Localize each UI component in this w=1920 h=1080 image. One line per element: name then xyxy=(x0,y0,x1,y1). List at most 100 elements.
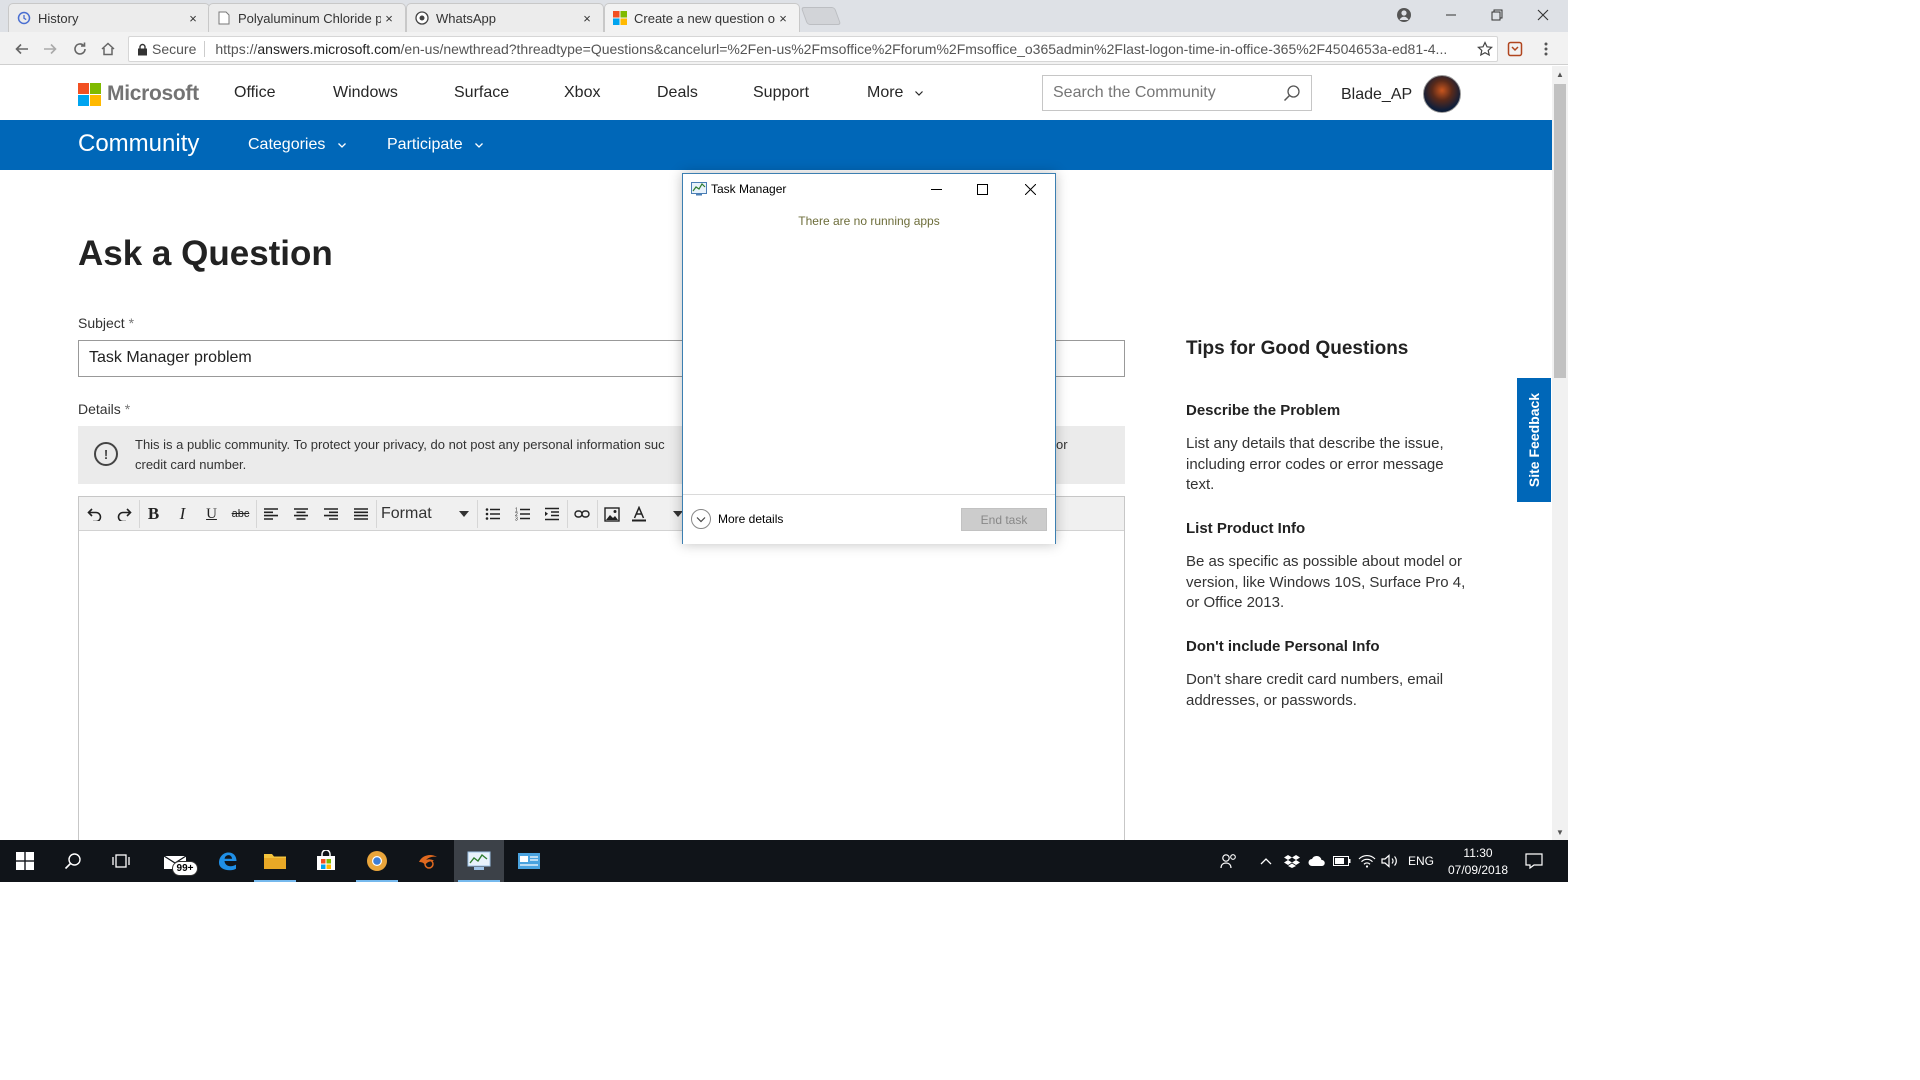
bulleted-list-icon[interactable] xyxy=(479,501,506,527)
close-window-icon[interactable] xyxy=(1520,0,1566,30)
redo-icon[interactable] xyxy=(110,501,137,527)
nav-xbox[interactable]: Xbox xyxy=(564,84,600,102)
clock[interactable]: 11:30 07/09/2018 xyxy=(1440,845,1516,879)
tab-polyaluminum[interactable]: Polyaluminum Chloride p × xyxy=(208,3,406,32)
close-tab-icon[interactable]: × xyxy=(775,11,791,26)
site-feedback-button[interactable]: Site Feedback xyxy=(1517,378,1551,502)
nav-windows[interactable]: Windows xyxy=(333,84,398,102)
new-tab-button[interactable] xyxy=(800,7,842,25)
page-scrollbar[interactable]: ▲ ▼ xyxy=(1552,66,1568,840)
italic-icon[interactable]: I xyxy=(169,501,196,527)
align-left-icon[interactable] xyxy=(257,501,284,527)
bookmark-star-icon[interactable] xyxy=(1473,37,1497,61)
nav-more[interactable]: More xyxy=(867,84,924,102)
mail-badge: 99+ xyxy=(172,861,198,876)
lock-icon xyxy=(137,43,148,56)
task-manager-titlebar[interactable]: Task Manager xyxy=(683,174,1055,204)
numbered-list-icon[interactable]: 123 xyxy=(509,501,536,527)
close-tab-icon[interactable]: × xyxy=(185,11,201,26)
start-windows-icon[interactable] xyxy=(0,840,50,882)
tab-create-question[interactable]: Create a new question or × xyxy=(604,3,800,32)
address-bar[interactable]: Secure https://answers.microsoft.com/en-… xyxy=(128,36,1498,62)
close-tab-icon[interactable]: × xyxy=(381,11,397,26)
volume-icon[interactable] xyxy=(1381,840,1399,882)
url-host: answers.microsoft.com xyxy=(257,41,401,57)
file-explorer-icon[interactable] xyxy=(250,840,300,882)
people-icon[interactable] xyxy=(1220,840,1238,882)
minimize-icon[interactable] xyxy=(913,174,959,204)
image-icon[interactable] xyxy=(598,501,625,527)
reload-icon[interactable] xyxy=(68,37,92,61)
indent-icon[interactable] xyxy=(538,501,565,527)
control-panel-icon[interactable] xyxy=(504,840,554,882)
scroll-down-arrow-icon[interactable]: ▼ xyxy=(1552,824,1568,840)
undo-icon[interactable] xyxy=(81,501,108,527)
close-tab-icon[interactable]: × xyxy=(579,11,595,26)
details-editor[interactable]: B I U abc Format 1 2 3 xyxy=(78,496,1125,840)
back-arrow-icon[interactable] xyxy=(10,37,34,61)
window-title: Task Manager xyxy=(711,182,787,196)
maximize-icon[interactable] xyxy=(959,174,1005,204)
microsoft-logo[interactable]: Microsoft xyxy=(78,82,199,106)
action-center-icon[interactable] xyxy=(1525,840,1543,882)
task-manager-footer: More details End task xyxy=(683,494,1055,544)
tab-history[interactable]: History × xyxy=(8,3,210,32)
input-language-indicator[interactable]: ENG xyxy=(1408,840,1434,882)
minimize-icon[interactable] xyxy=(1428,0,1474,30)
avatar[interactable] xyxy=(1423,75,1461,113)
align-right-icon[interactable] xyxy=(317,501,344,527)
home-icon[interactable] xyxy=(96,37,120,61)
whatsapp-icon xyxy=(415,11,429,25)
dropbox-icon[interactable] xyxy=(1284,840,1300,882)
tab-title: Create a new question or xyxy=(634,10,775,26)
nav-deals[interactable]: Deals xyxy=(657,84,698,102)
close-icon[interactable] xyxy=(1007,174,1053,204)
menu-dots-icon[interactable] xyxy=(1534,37,1558,61)
task-manager-taskbar-icon[interactable] xyxy=(454,840,504,882)
participate-menu[interactable]: Participate xyxy=(387,136,484,154)
format-select[interactable]: Format xyxy=(377,501,469,527)
categories-menu[interactable]: Categories xyxy=(248,136,347,154)
edge-browser-icon[interactable] xyxy=(202,840,252,882)
onedrive-icon[interactable] xyxy=(1308,840,1326,882)
browser-tab-bar: History × Polyaluminum Chloride p × What… xyxy=(0,0,1568,32)
scroll-up-arrow-icon[interactable]: ▲ xyxy=(1552,66,1568,82)
clock-date: 07/09/2018 xyxy=(1447,863,1509,877)
extension-icon[interactable] xyxy=(1503,37,1527,61)
nav-office[interactable]: Office xyxy=(234,84,276,102)
profile-icon[interactable] xyxy=(1381,0,1427,30)
forward-arrow-icon[interactable] xyxy=(38,37,62,61)
task-view-icon[interactable] xyxy=(97,840,147,882)
chevron-down-icon xyxy=(914,91,923,96)
community-title[interactable]: Community xyxy=(78,130,199,158)
battery-icon[interactable] xyxy=(1333,840,1351,882)
search-icon[interactable] xyxy=(1283,84,1301,107)
wifi-icon[interactable] xyxy=(1358,840,1376,882)
font-color-icon[interactable] xyxy=(625,501,652,527)
url-text: https://answers.microsoft.com/en-us/newt… xyxy=(215,41,1447,57)
brand-name: Microsoft xyxy=(107,82,199,105)
game-app-icon[interactable] xyxy=(403,840,453,882)
scroll-thumb[interactable] xyxy=(1554,84,1566,378)
end-task-button[interactable]: End task xyxy=(961,508,1047,531)
store-icon[interactable] xyxy=(301,840,351,882)
align-center-icon[interactable] xyxy=(287,501,314,527)
details-label: Details * xyxy=(78,401,130,417)
show-hidden-icons-icon[interactable] xyxy=(1260,840,1272,882)
bold-icon[interactable]: B xyxy=(140,501,167,527)
nav-support[interactable]: Support xyxy=(753,84,809,102)
restore-icon[interactable] xyxy=(1474,0,1520,30)
more-details-toggle[interactable]: More details xyxy=(691,509,783,529)
justify-icon[interactable] xyxy=(347,501,374,527)
tab-title: History xyxy=(38,10,79,26)
nav-surface[interactable]: Surface xyxy=(454,84,509,102)
underline-icon[interactable]: U xyxy=(198,501,225,527)
link-icon[interactable] xyxy=(568,501,595,527)
username[interactable]: Blade_AP xyxy=(1341,86,1412,104)
strikethrough-icon[interactable]: abc xyxy=(227,501,254,527)
tab-whatsapp[interactable]: WhatsApp × xyxy=(406,3,604,32)
chrome-icon[interactable] xyxy=(352,840,402,882)
url-path: /en-us/newthread?threadtype=Questions&ca… xyxy=(400,41,1448,57)
community-search-input[interactable]: Search the Community xyxy=(1042,75,1312,111)
search-icon[interactable] xyxy=(48,840,98,882)
